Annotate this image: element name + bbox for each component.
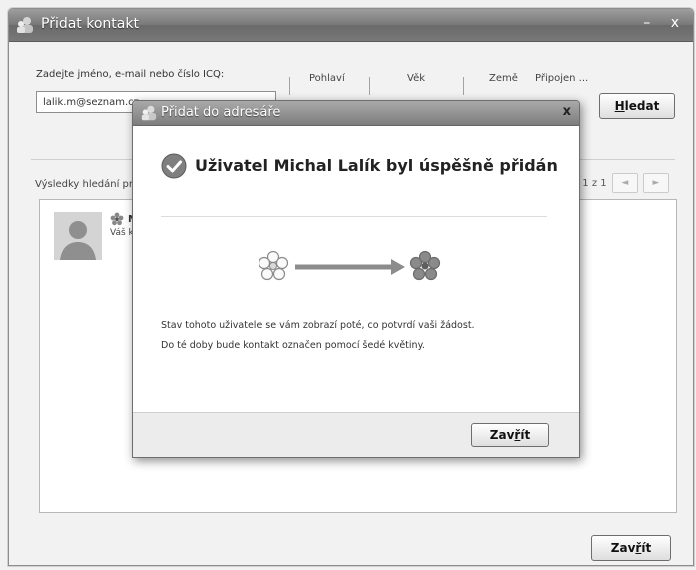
status-flower-icon bbox=[110, 212, 124, 226]
dialog-title-bar: Přidat do adresáře x bbox=[133, 101, 579, 126]
search-button[interactable]: Hledat bbox=[599, 93, 675, 119]
dialog-heading: Uživatel Michal Lalík byl úspěšně přidán bbox=[195, 156, 558, 175]
dialog-body: Uživatel Michal Lalík byl úspěšně přidán bbox=[133, 126, 579, 412]
window-title: Přidat kontakt bbox=[41, 16, 139, 32]
result-subtext: Váš k bbox=[110, 228, 134, 238]
column-gender[interactable]: Pohlaví bbox=[309, 73, 345, 84]
dialog-close-button[interactable]: x bbox=[563, 104, 571, 119]
dialog-close-label-post: ít bbox=[520, 428, 531, 442]
dialog-title: Přidat do adresáře bbox=[161, 105, 281, 120]
dialog-footer: Zavřít bbox=[133, 412, 579, 457]
column-separator bbox=[463, 77, 464, 95]
window-controls[interactable]: – x bbox=[643, 15, 687, 31]
added-to-contacts-dialog: Přidat do adresáře x Uživatel Michal Lal… bbox=[132, 100, 580, 458]
search-button-accel: H bbox=[614, 99, 625, 113]
close-window-label-pre: Zav bbox=[610, 541, 636, 555]
colored-flower-icon bbox=[409, 250, 441, 281]
pager: 1 z 1 ◄ ► bbox=[582, 173, 669, 193]
dialog-close-action-button[interactable]: Zavřít bbox=[471, 423, 549, 447]
title-bar: Přidat kontakt – x bbox=[9, 9, 693, 42]
dialog-message-line-1: Stav tohoto uživatele se vám zobrazí pot… bbox=[161, 320, 475, 331]
column-separator bbox=[369, 77, 370, 95]
dialog-message-line-2: Do té doby bude kontakt označen pomocí š… bbox=[161, 340, 425, 351]
prev-page-button[interactable]: ◄ bbox=[611, 173, 638, 193]
avatar bbox=[54, 212, 102, 260]
gray-flower-icon bbox=[257, 250, 289, 281]
contacts-icon bbox=[17, 17, 33, 33]
next-page-button[interactable]: ► bbox=[643, 173, 669, 193]
column-separator bbox=[289, 77, 290, 95]
dialog-close-label-pre: Zav bbox=[489, 428, 515, 442]
close-window-label-post: ít bbox=[641, 541, 652, 555]
search-button-label: ledat bbox=[624, 99, 660, 113]
column-connected[interactable]: Připojen ... bbox=[535, 73, 588, 84]
person-silhouette-icon bbox=[54, 212, 102, 260]
results-label: Výsledky hledání pro bbox=[35, 179, 139, 190]
check-circle-icon bbox=[161, 153, 187, 179]
contacts-icon bbox=[141, 105, 157, 121]
column-country[interactable]: Země bbox=[489, 73, 518, 84]
status-flow-illustration bbox=[257, 250, 459, 287]
search-label: Zadejte jméno, e-mail nebo číslo ICQ: bbox=[36, 69, 225, 80]
arrow-right-icon bbox=[295, 259, 405, 275]
column-age[interactable]: Věk bbox=[407, 73, 425, 84]
dialog-divider bbox=[161, 216, 547, 217]
close-window-button[interactable]: Zavřít bbox=[591, 535, 671, 561]
page-indicator: 1 z 1 bbox=[582, 178, 607, 189]
